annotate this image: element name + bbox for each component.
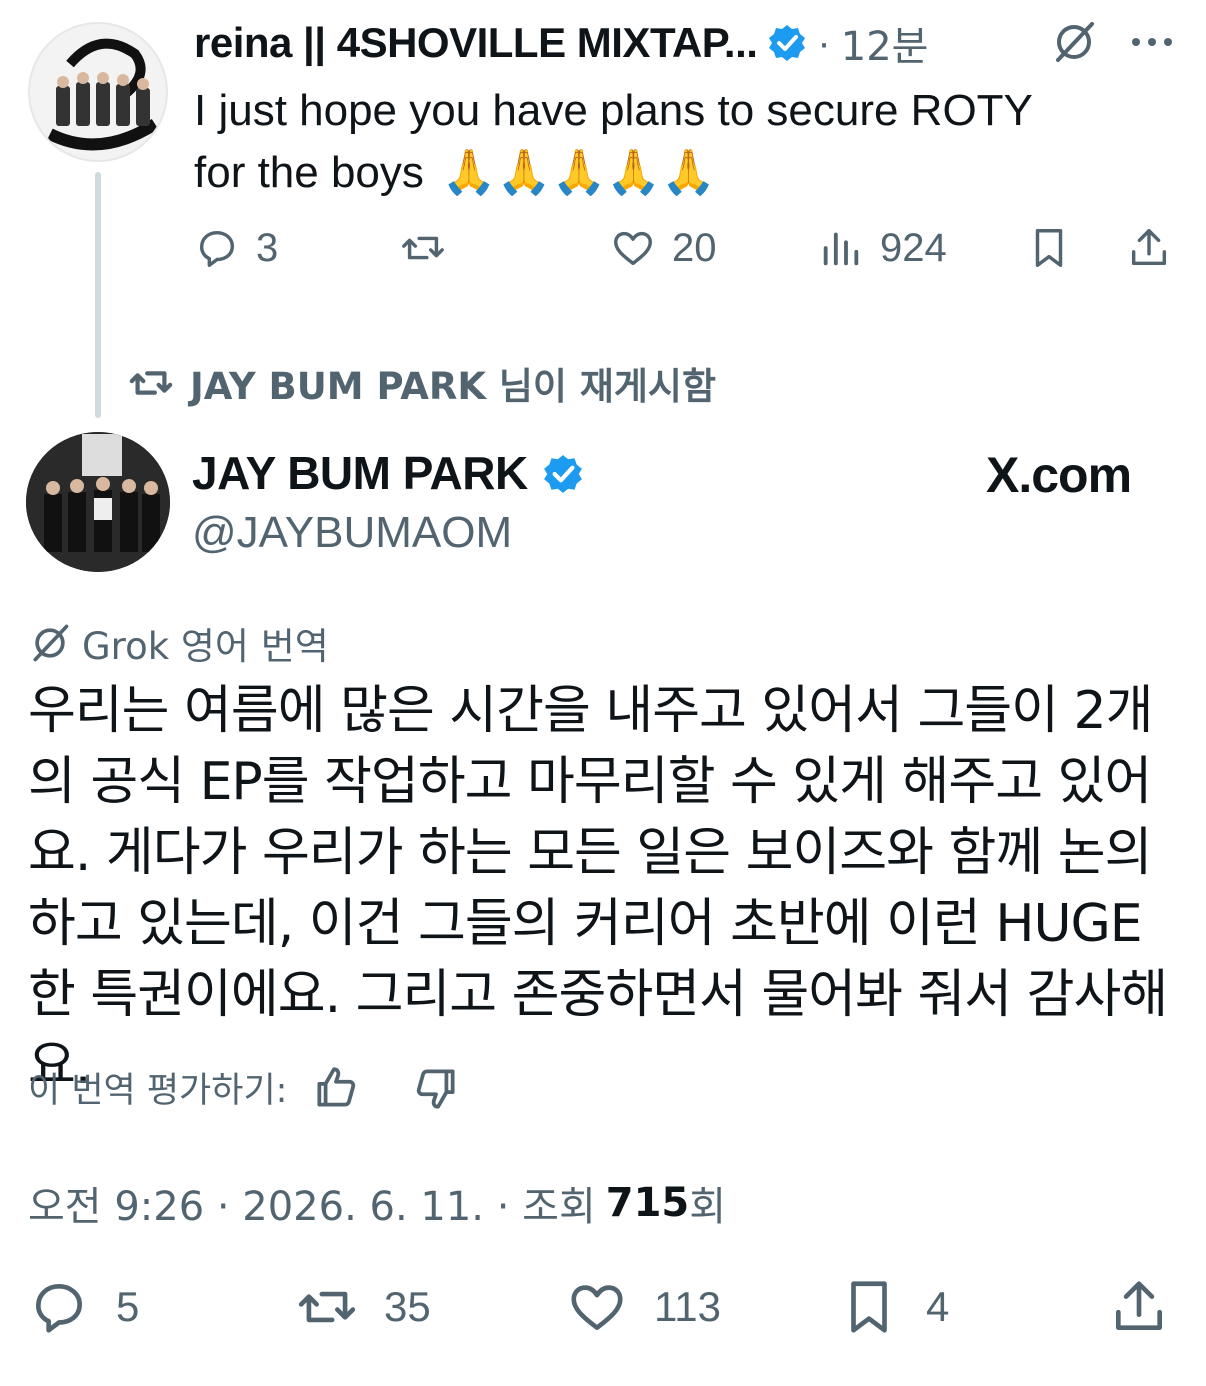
verified-badge-icon: [542, 453, 582, 493]
main-reply-button[interactable]: 5: [28, 1276, 139, 1338]
share-icon: [1116, 1281, 1162, 1330]
reply-view-count: 924: [880, 225, 947, 270]
pray-emoji: 🙏🙏🙏🙏🙏: [441, 148, 716, 197]
reply-reply-button[interactable]: 3: [194, 225, 278, 271]
share-icon: [1131, 229, 1167, 266]
thread-line: [95, 172, 101, 418]
view-count-suffix: 회: [689, 1184, 727, 1230]
separator-dot: ·: [817, 20, 831, 65]
heart-icon: [614, 231, 652, 266]
thumbs-down-icon[interactable]: [411, 1063, 461, 1113]
more-options-icon[interactable]: [1130, 36, 1174, 48]
verified-badge-icon: [767, 23, 807, 63]
bookmark-icon: [851, 1281, 887, 1333]
repost-icon: [402, 236, 444, 260]
reply-icon: [199, 230, 235, 267]
main-like-count: 113: [654, 1283, 721, 1330]
main-like-button[interactable]: 113: [566, 1276, 721, 1338]
rate-translation: 이 번역 평가하기:: [28, 1062, 461, 1113]
grok-icon: [33, 624, 69, 662]
heart-icon: [571, 1285, 623, 1330]
reply-author-avatar[interactable]: [28, 22, 168, 162]
main-reply-count: 5: [116, 1283, 140, 1330]
x-brand-logo: X.com: [986, 447, 1132, 503]
timestamp-text: 오전 9:26 · 2026. 6. 11. · 조회: [28, 1184, 596, 1230]
reply-like-button[interactable]: 20: [610, 225, 717, 271]
main-bookmark-count: 4: [926, 1283, 950, 1330]
main-share-button[interactable]: [1108, 1276, 1170, 1338]
bookmark-icon: [1035, 229, 1063, 267]
reply-views-button[interactable]: 924: [818, 225, 947, 271]
grok-icon[interactable]: [1050, 18, 1098, 66]
reply-reply-count: 3: [256, 225, 279, 270]
translation-label[interactable]: Grok 영어 번역: [28, 616, 329, 670]
views-icon: [823, 232, 859, 266]
reply-text-line1: I just hope you have plans to secure ROT…: [194, 86, 1033, 135]
reply-time: 12분: [840, 24, 929, 70]
repost-icon: [298, 1291, 356, 1323]
reply-repost-button[interactable]: [400, 225, 446, 271]
reply-share-button[interactable]: [1126, 225, 1172, 271]
reply-bookmark-button[interactable]: [1026, 225, 1072, 271]
repost-indicator[interactable]: JAY BUM PARK 님이 재게시함: [128, 356, 716, 410]
reply-like-count: 20: [672, 225, 717, 270]
main-bookmark-button[interactable]: 4: [838, 1276, 949, 1338]
translation-label-text: Grok 영어 번역: [82, 625, 329, 668]
reply-text: I just hope you have plans to secure ROT…: [194, 80, 1033, 204]
thumbs-up-icon[interactable]: [311, 1063, 361, 1113]
main-header: JAY BUM PARK: [192, 446, 582, 500]
repost-small-icon: [129, 371, 173, 395]
tweet-timestamp: 오전 9:26 · 2026. 6. 11. · 조회 715 회: [28, 1174, 726, 1232]
main-author-avatar[interactable]: [26, 432, 170, 572]
view-count: 715: [605, 1180, 690, 1226]
main-repost-count: 35: [384, 1283, 431, 1330]
rate-translation-label: 이 번역 평가하기:: [28, 1071, 288, 1111]
main-author-handle[interactable]: @JAYBUMAOM: [192, 508, 512, 558]
repost-label: JAY BUM PARK 님이 재게시함: [190, 365, 717, 408]
reply-author-name[interactable]: reina || 4SHOVILLE MIXTAP...: [194, 19, 758, 67]
reply-text-line2: for the boys: [194, 148, 424, 197]
main-repost-button[interactable]: 35: [296, 1276, 431, 1338]
main-author-name[interactable]: JAY BUM PARK: [192, 446, 528, 500]
main-tweet-text: 우리는 여름에 많은 시간을 내주고 있어서 그들이 2개의 공식 EP를 작업…: [28, 681, 1168, 1096]
reply-icon: [36, 1284, 82, 1333]
reply-header: reina || 4SHOVILLE MIXTAP... · 12분: [194, 18, 928, 70]
